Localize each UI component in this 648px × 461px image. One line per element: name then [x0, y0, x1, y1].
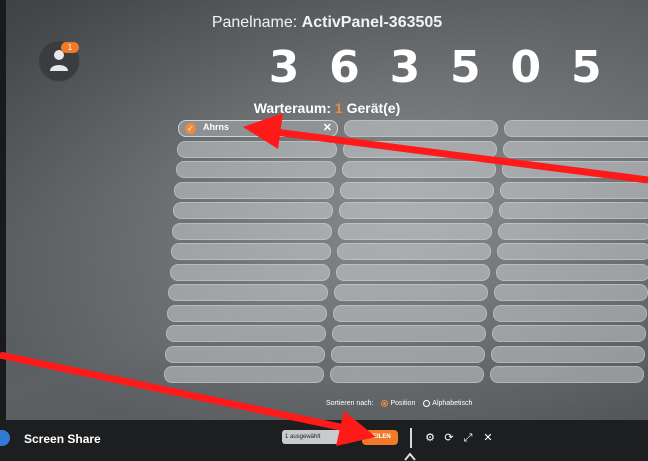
radio-alphabetical[interactable]	[423, 400, 431, 407]
device-slot-empty	[344, 120, 498, 137]
device-slot-empty	[340, 181, 495, 199]
pin-digit: 5	[570, 42, 602, 93]
expand-icon[interactable]: ⤢	[462, 432, 474, 444]
device-slot-empty	[176, 140, 337, 158]
app-title: Screen Share	[24, 432, 101, 446]
device-slot-empty	[173, 202, 334, 219]
sort-options: Sortieren nach: Position Alphabetisch	[326, 400, 472, 407]
device-slot-empty	[500, 181, 648, 199]
device-slot-empty	[163, 366, 324, 383]
device-slot-empty	[490, 345, 645, 363]
pin-digit: 5	[450, 42, 481, 93]
waiting-room-count: 1	[334, 100, 343, 116]
waiting-room-label: Warteraum:	[253, 100, 335, 116]
radio-position[interactable]	[381, 400, 389, 407]
panel-name: Panelname: ActivPanel-363505	[6, 14, 648, 32]
device-slot-empty	[336, 243, 491, 260]
device-slot-empty	[172, 222, 332, 240]
panel-screen: 1 Panelname: ActivPanel-363505 3 6 3 5 0…	[6, 0, 648, 420]
device-slot-empty	[167, 304, 328, 322]
pin-digit: 0	[510, 42, 542, 93]
pin-digit: 3	[268, 42, 300, 93]
device-slot-empty	[334, 284, 489, 301]
close-icon[interactable]: ✕	[482, 432, 494, 444]
photo-frame: 1 Panelname: ActivPanel-363505 3 6 3 5 0…	[0, 0, 648, 461]
device-slot-empty	[330, 345, 485, 363]
device-slot-empty	[168, 284, 329, 301]
device-name: Ahrns	[203, 122, 230, 132]
device-slot-empty	[341, 161, 496, 178]
device-slot-empty	[504, 120, 648, 137]
bottom-toolbar: Screen Share 1 ausgewählt TEILEN ⚙ ⟳ ⤢ ✕	[0, 420, 648, 461]
device-slot-empty	[169, 263, 330, 281]
panel-name-value: ActivPanel-363505	[301, 14, 443, 31]
device-slot-empty	[332, 325, 486, 342]
device-slot-empty	[339, 202, 494, 219]
pin-digit: 6	[329, 42, 360, 93]
device-slot-empty	[489, 366, 644, 383]
sort-option-alphabetical[interactable]: Alphabetisch	[432, 400, 472, 407]
users-button[interactable]: 1	[38, 40, 80, 82]
check-icon: ✓	[185, 123, 196, 134]
device-slot-selected[interactable]: ✓ Ahrns ✕	[178, 120, 338, 137]
device-slot-empty	[498, 222, 648, 240]
device-slot-empty	[492, 325, 646, 342]
device-slot-empty	[501, 161, 648, 178]
device-slot-empty	[333, 304, 488, 322]
device-slot-empty	[495, 263, 648, 281]
connection-pin: 3 6 3 5 0 5	[256, 42, 614, 93]
device-slot-empty	[496, 243, 648, 260]
device-slot-empty	[493, 304, 648, 322]
pin-digit: 3	[389, 42, 421, 93]
waiting-room-unit: Gerät(e)	[342, 100, 401, 116]
device-slot-empty	[338, 222, 492, 240]
share-button[interactable]: TEILEN	[362, 430, 398, 445]
device-slot-empty	[494, 284, 648, 301]
sort-option-position[interactable]: Position	[390, 400, 415, 407]
close-icon[interactable]: ✕	[323, 121, 332, 134]
screen-share-icon	[0, 430, 10, 446]
panel-name-label: Panelname:	[211, 14, 302, 31]
sort-label: Sortieren nach:	[326, 400, 374, 407]
device-slot-empty	[502, 140, 648, 158]
device-slot-empty	[170, 243, 331, 260]
device-slot-empty	[335, 263, 490, 281]
device-slot-empty	[166, 325, 326, 342]
waiting-room-heading: Warteraum: 1 Gerät(e)	[6, 100, 648, 116]
device-slot-empty	[342, 140, 497, 158]
device-slot-empty	[174, 181, 335, 199]
user-count-badge: 1	[61, 42, 79, 53]
device-slot-empty	[329, 366, 484, 383]
refresh-icon[interactable]: ⟳	[443, 432, 455, 444]
settings-icon[interactable]: ⚙	[424, 432, 436, 444]
chevron-up-icon[interactable]	[404, 452, 416, 461]
device-slot-empty	[499, 202, 648, 219]
device-grid: ✓ Ahrns ✕	[163, 120, 648, 395]
device-slot-empty	[164, 345, 325, 363]
selection-dropdown[interactable]: 1 ausgewählt	[282, 430, 348, 444]
toolbar-divider	[410, 428, 412, 448]
device-slot-empty	[175, 161, 336, 178]
